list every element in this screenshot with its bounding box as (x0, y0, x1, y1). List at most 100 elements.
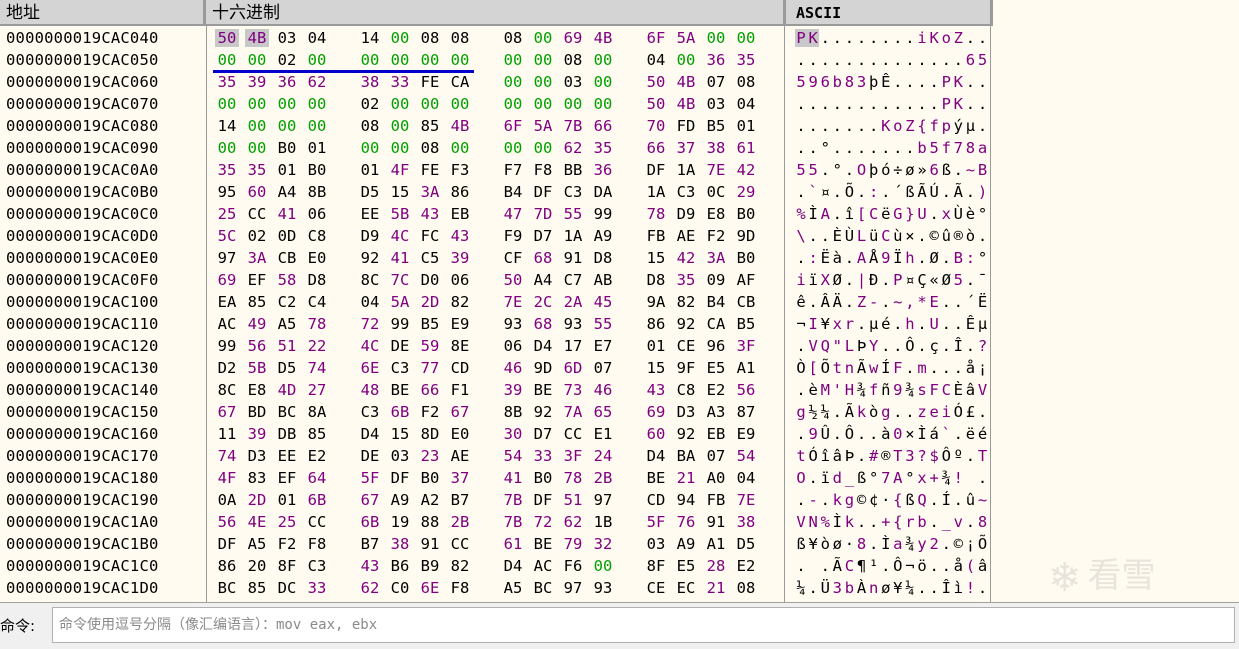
ascii-char[interactable]: r (843, 315, 855, 333)
ascii-char[interactable]: . (795, 425, 807, 443)
ascii-char[interactable]: . (940, 337, 952, 355)
ascii-char[interactable]: . (952, 161, 964, 179)
ascii-char[interactable]: w (868, 359, 880, 377)
hex-byte[interactable]: 5A (531, 117, 555, 135)
ascii-char[interactable]: _ (940, 513, 952, 531)
ascii-char[interactable]: M (819, 381, 831, 399)
hex-byte[interactable]: 06 (448, 271, 472, 289)
hex-byte[interactable]: 41 (388, 249, 412, 267)
ascii-char[interactable]: . (880, 293, 892, 311)
hex-byte[interactable]: 91 (561, 249, 585, 267)
ascii-char[interactable]: 5 (977, 51, 989, 69)
ascii-char[interactable]: Ê (964, 315, 976, 333)
hex-byte[interactable]: 00 (245, 117, 269, 135)
ascii-char[interactable]: g (795, 403, 807, 421)
ascii-char[interactable]: À (856, 579, 868, 597)
hex-byte[interactable]: 86 (215, 557, 239, 575)
hex-byte[interactable]: 35 (591, 139, 615, 157)
ascii-char[interactable]: . (977, 29, 989, 47)
ascii-char[interactable]: ¬ (795, 315, 807, 333)
ascii-char[interactable]: ¹ (868, 557, 880, 575)
hex-byte[interactable]: 19 (388, 513, 412, 531)
hex-byte[interactable]: 00 (215, 51, 239, 69)
hex-byte[interactable]: 00 (704, 29, 728, 47)
ascii-char[interactable]: ! (952, 469, 964, 487)
ascii-char[interactable]: ë (880, 205, 892, 223)
ascii-char[interactable]: Ã (856, 359, 868, 377)
hex-byte[interactable]: EF (245, 271, 269, 289)
hex-byte[interactable]: A4 (275, 183, 299, 201)
hex-dump-view[interactable]: 地址 十六进制 ASCII 0000000019CAC040 50 4B 03 04 14… (0, 0, 1239, 603)
ascii-char[interactable]: . (880, 51, 892, 69)
ascii-char[interactable]: . (856, 315, 868, 333)
ascii-char[interactable]: o (940, 29, 952, 47)
ascii-char[interactable]: · (843, 535, 855, 553)
hex-byte[interactable]: FD (674, 117, 698, 135)
hex-byte[interactable]: 35 (674, 271, 698, 289)
hex-byte[interactable]: 00 (591, 73, 615, 91)
hex-byte[interactable]: 62 (305, 73, 329, 91)
hex-byte[interactable]: 07 (704, 73, 728, 91)
ascii-char[interactable]: . (892, 315, 904, 333)
ascii-char[interactable]: P (892, 271, 904, 289)
hex-byte[interactable]: C5 (418, 249, 442, 267)
ascii-char[interactable]: µ (964, 117, 976, 135)
ascii-char[interactable]: Í (880, 359, 892, 377)
hex-byte[interactable]: 97 (215, 249, 239, 267)
hex-byte[interactable]: 00 (275, 95, 299, 113)
ascii-char[interactable]: . (977, 95, 989, 113)
ascii-char[interactable]: ì (952, 579, 964, 597)
ascii-char[interactable]: A (819, 205, 831, 223)
hex-byte[interactable]: FB (644, 227, 668, 245)
ascii-char[interactable]: « (928, 271, 940, 289)
hex-byte[interactable]: CA (704, 315, 728, 333)
hex-byte[interactable]: 68 (531, 315, 555, 333)
hex-byte[interactable]: F3 (448, 161, 472, 179)
ascii-char[interactable]: 6 (819, 73, 831, 91)
ascii-char[interactable]: ° (977, 205, 989, 223)
command-input[interactable] (52, 607, 1235, 643)
hex-byte[interactable]: 77 (418, 359, 442, 377)
ascii-char[interactable]: . (856, 447, 868, 465)
row-address[interactable]: 0000000019CAC120 (6, 337, 206, 355)
hex-byte[interactable]: 29 (734, 183, 758, 201)
hex-byte[interactable]: 94 (674, 491, 698, 509)
hex-byte[interactable]: D8 (591, 249, 615, 267)
ascii-char[interactable]: b (916, 513, 928, 531)
ascii-char[interactable]: + (928, 469, 940, 487)
ascii-char[interactable]: . (807, 227, 819, 245)
ascii-char[interactable]: ¥ (819, 315, 831, 333)
hex-byte[interactable]: AE (674, 227, 698, 245)
hex-byte[interactable]: FC (418, 227, 442, 245)
hex-byte[interactable]: AC (531, 557, 555, 575)
ascii-char[interactable]: K (952, 95, 964, 113)
ascii-char[interactable]: $ (928, 447, 940, 465)
hex-byte[interactable]: E8 (704, 205, 728, 223)
ascii-char[interactable]: . (795, 183, 807, 201)
ascii-char[interactable]: . (831, 29, 843, 47)
ascii-char[interactable]: k (843, 513, 855, 531)
ascii-char[interactable]: . (807, 51, 819, 69)
ascii-char[interactable]: · (880, 491, 892, 509)
hex-byte[interactable]: 39 (501, 381, 525, 399)
hex-byte[interactable]: 06 (501, 337, 525, 355)
row-address[interactable]: 0000000019CAC0F0 (6, 271, 206, 289)
ascii-char[interactable]: - (807, 491, 819, 509)
ascii-char[interactable]: . (928, 205, 940, 223)
ascii-char[interactable]: . (795, 491, 807, 509)
ascii-char[interactable]: 5 (795, 161, 807, 179)
hex-byte[interactable]: 67 (448, 403, 472, 421)
hex-byte[interactable]: 8F (644, 557, 668, 575)
ascii-char[interactable]: A (856, 249, 868, 267)
hex-byte[interactable]: 4F (388, 161, 412, 179)
hex-byte[interactable]: BD (245, 403, 269, 421)
hex-byte[interactable]: 59 (418, 337, 442, 355)
hex-byte[interactable]: 07 (591, 359, 615, 377)
hex-byte[interactable]: 56 (734, 381, 758, 399)
ascii-char[interactable]: r (904, 513, 916, 531)
ascii-char[interactable]: T (892, 447, 904, 465)
hex-byte[interactable]: 8B (501, 403, 525, 421)
ascii-char[interactable]: Õ (819, 359, 831, 377)
ascii-char[interactable]: . (904, 95, 916, 113)
ascii-char[interactable]: ` (940, 425, 952, 443)
